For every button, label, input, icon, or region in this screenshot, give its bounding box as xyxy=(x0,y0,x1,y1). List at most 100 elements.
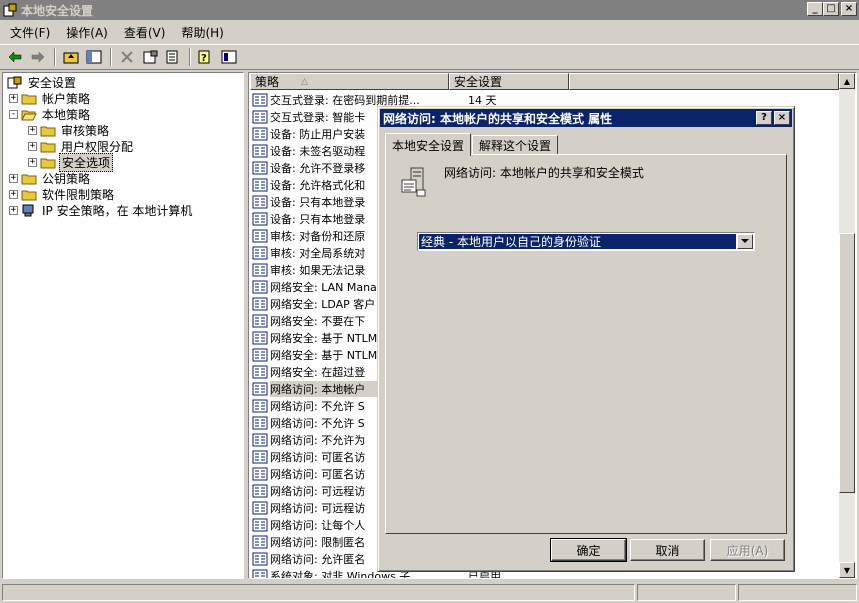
back-arrow-icon[interactable] xyxy=(4,46,26,68)
security-settings-icon xyxy=(7,76,22,88)
folder-icon xyxy=(21,190,37,200)
toolbar-separator xyxy=(54,48,56,66)
vertical-scrollbar[interactable]: ▲ ▼ xyxy=(839,73,855,578)
policy-setting-icon xyxy=(252,365,268,378)
tree-item-label: 软件限制策略 xyxy=(42,187,115,202)
sort-up-icon: △ xyxy=(301,76,308,87)
security-settings-app-icon xyxy=(3,3,17,17)
status-cell-main xyxy=(2,584,635,601)
status-cell-2 xyxy=(636,584,737,601)
tree-item-label: 审核策略 xyxy=(61,123,110,138)
ok-button[interactable]: 确定 xyxy=(550,538,627,562)
console-icon[interactable] xyxy=(218,46,240,68)
server-policy-icon xyxy=(401,167,426,197)
expander-icon[interactable]: + xyxy=(28,141,37,151)
expander-icon[interactable]: + xyxy=(9,93,18,103)
policy-setting-icon xyxy=(252,484,268,497)
dialog-title-bar[interactable]: 网络访问: 本地帐户的共享和安全模式 属性 ? × xyxy=(380,109,792,127)
policy-setting-icon xyxy=(252,433,268,446)
delete-icon[interactable] xyxy=(116,46,138,68)
column-header-setting-label: 安全设置 xyxy=(454,75,503,89)
policy-setting-icon xyxy=(252,450,268,463)
tree-item-software-restriction[interactable]: + 软件限制策略 xyxy=(9,186,116,202)
menu-help[interactable]: 帮助(H) xyxy=(175,24,229,41)
menu-action[interactable]: 操作(A) xyxy=(60,24,114,41)
policy-setting-icon xyxy=(252,212,268,225)
policy-setting-icon xyxy=(252,178,268,191)
policy-setting-icon xyxy=(252,127,268,140)
expander-icon[interactable]: + xyxy=(9,189,18,199)
dialog-close-button[interactable]: × xyxy=(774,111,790,125)
expander-icon[interactable]: + xyxy=(28,157,37,167)
properties-icon[interactable] xyxy=(139,46,161,68)
toolbar-separator xyxy=(189,48,191,66)
tab-local-security-setting[interactable]: 本地安全设置 xyxy=(385,133,472,156)
menu-view[interactable]: 查看(V) xyxy=(118,24,172,41)
tree-item-account-policies[interactable]: + 帐户策略 xyxy=(9,90,92,106)
tab-label: 解释这个设置 xyxy=(479,139,552,153)
policy-setting-icon xyxy=(252,110,268,123)
policy-setting-icon xyxy=(252,348,268,361)
policy-setting-icon xyxy=(252,314,268,327)
expander-icon[interactable]: + xyxy=(28,125,37,135)
column-header-blank xyxy=(569,73,839,90)
folder-icon xyxy=(40,158,56,168)
folder-open-icon xyxy=(21,110,37,120)
policy-setting-icon xyxy=(252,229,268,242)
close-button[interactable]: × xyxy=(841,2,857,16)
dialog-help-button[interactable]: ? xyxy=(756,111,772,125)
tree-pane[interactable]: 安全设置 + 帐户策略 - 本地策略 + 审核策略 + 用户权限分配 + 安全选… xyxy=(2,72,244,579)
expander-icon[interactable]: + xyxy=(9,173,18,183)
chevron-down-icon[interactable] xyxy=(737,234,753,249)
tree-item-public-key[interactable]: + 公钥策略 xyxy=(9,170,92,186)
policy-setting-icon xyxy=(252,195,268,208)
tree-item-security-options[interactable]: + 安全选项 xyxy=(28,152,114,172)
up-folder-icon[interactable] xyxy=(60,46,82,68)
policy-setting-icon xyxy=(252,331,268,344)
properties-dialog: 网络访问: 本地帐户的共享和安全模式 属性 ? × 本地安全设置 解释这个设置 … xyxy=(377,106,795,572)
tree-item-local-policies[interactable]: - 本地策略 xyxy=(9,106,92,122)
column-header-policy-label: 策略 xyxy=(255,75,280,89)
forward-arrow-icon[interactable] xyxy=(27,46,49,68)
policy-setting-icon xyxy=(252,144,268,157)
tree-item-label: IP 安全策略，在 本地计算机 xyxy=(42,203,193,218)
policy-setting-icon xyxy=(252,399,268,412)
expander-icon[interactable]: + xyxy=(9,205,18,215)
column-header-setting[interactable]: 安全设置 xyxy=(449,73,569,90)
menu-file[interactable]: 文件(F) xyxy=(4,24,56,41)
expander-icon[interactable]: - xyxy=(9,109,18,119)
toolbar-separator xyxy=(110,48,112,66)
tree-item-label: 公钥策略 xyxy=(42,171,91,186)
dialog-title: 网络访问: 本地帐户的共享和安全模式 属性 xyxy=(383,111,613,126)
tree-item-label: 帐户策略 xyxy=(42,91,91,106)
policy-setting-icon xyxy=(252,535,268,548)
window-title-bar[interactable]: 本地安全设置 _ □ × xyxy=(0,0,859,20)
sharing-model-dropdown[interactable]: 经典 - 本地用户以自己的身份验证 xyxy=(417,232,755,251)
tree-item-label: 本地策略 xyxy=(42,107,91,122)
maximize-button[interactable]: □ xyxy=(823,2,839,16)
cancel-button[interactable]: 取消 xyxy=(630,539,705,561)
minimize-button[interactable]: _ xyxy=(807,2,823,16)
scroll-thumb[interactable] xyxy=(839,233,855,493)
network-computer-icon xyxy=(22,204,34,216)
menu-bar: 文件(F) 操作(A) 查看(V) 帮助(H) xyxy=(0,22,859,42)
policy-setting-icon xyxy=(252,569,268,578)
tree-root[interactable]: 安全设置 xyxy=(7,74,78,90)
policy-setting-icon xyxy=(252,416,268,429)
tree-item-audit-policy[interactable]: + 审核策略 xyxy=(28,122,111,138)
status-cell-3 xyxy=(738,584,857,601)
policy-setting-icon xyxy=(252,467,268,480)
help-icon[interactable]: ? xyxy=(195,46,217,68)
tab-explain[interactable]: 解释这个设置 xyxy=(472,135,559,155)
policy-setting-icon xyxy=(252,382,268,395)
tree-item-ip-security[interactable]: + IP 安全策略，在 本地计算机 xyxy=(9,202,194,218)
scroll-up-icon[interactable]: ▲ xyxy=(839,73,855,89)
column-header-policy[interactable]: 策略 △ xyxy=(250,73,449,90)
policy-setting-icon xyxy=(252,501,268,514)
show-tree-icon[interactable] xyxy=(83,46,105,68)
apply-button[interactable]: 应用(A) xyxy=(710,539,785,561)
export-list-icon[interactable] xyxy=(162,46,184,68)
scroll-down-icon[interactable]: ▼ xyxy=(839,562,855,578)
folder-icon xyxy=(21,174,37,184)
status-bar xyxy=(0,582,859,603)
